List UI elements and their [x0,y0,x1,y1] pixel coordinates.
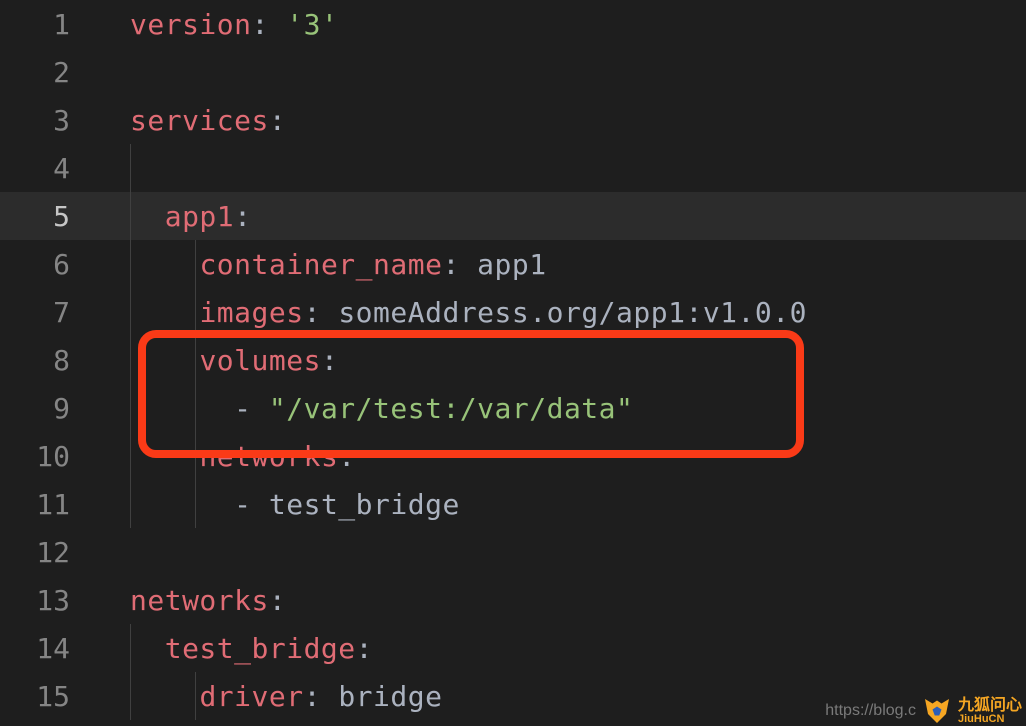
line-number[interactable]: 14 [0,632,100,665]
code-content[interactable] [100,48,130,96]
line-number[interactable]: 5 [0,200,100,233]
token [130,440,199,473]
token: : [269,104,286,137]
line-number[interactable]: 15 [0,680,100,713]
code-content[interactable]: services: [100,96,286,144]
token: - [234,392,269,425]
code-line[interactable]: 10 networks: [0,432,1026,480]
code-line[interactable]: 6 container_name: app1 [0,240,1026,288]
watermark-url: https://blog.c [825,702,916,720]
token [130,200,165,233]
token: images [199,296,303,329]
line-number[interactable]: 9 [0,392,100,425]
token [130,344,199,377]
code-content[interactable] [100,528,130,576]
fox-icon [922,696,952,726]
code-line[interactable]: 3services: [0,96,1026,144]
code-line[interactable]: 7 images: someAddress.org/app1:v1.0.0 [0,288,1026,336]
token: version [130,8,252,41]
line-number[interactable]: 6 [0,248,100,281]
token [130,632,165,665]
line-number[interactable]: 3 [0,104,100,137]
line-number[interactable]: 8 [0,344,100,377]
code-line[interactable]: 9 - "/var/test:/var/data" [0,384,1026,432]
token: : [304,296,339,329]
code-editor[interactable]: 1version: '3'23services:45 app1:6 contai… [0,0,1026,726]
token: : [356,632,373,665]
code-line[interactable]: 5 app1: [0,192,1026,240]
code-line[interactable]: 11 - test_bridge [0,480,1026,528]
token: container_name [199,248,442,281]
line-number[interactable]: 1 [0,8,100,41]
code-line[interactable]: 14 test_bridge: [0,624,1026,672]
token: : [442,248,477,281]
token: networks [130,584,269,617]
token: '3' [286,8,338,41]
watermark-text: 九狐问心 JiuHuCN [958,698,1022,725]
token [130,392,234,425]
code-content[interactable]: volumes: [100,336,338,384]
token: driver [199,680,303,713]
code-line[interactable]: 1version: '3' [0,0,1026,48]
token: bridge [338,680,442,713]
code-line[interactable]: 2 [0,48,1026,96]
line-number[interactable]: 11 [0,488,100,521]
token: networks [199,440,338,473]
code-content[interactable]: networks: [100,432,356,480]
line-number[interactable]: 13 [0,584,100,617]
code-content[interactable]: images: someAddress.org/app1:v1.0.0 [100,288,807,336]
code-content[interactable]: - test_bridge [100,480,460,528]
token [130,296,199,329]
code-line[interactable]: 12 [0,528,1026,576]
code-content[interactable]: - "/var/test:/var/data" [100,384,633,432]
token: test_bridge [269,488,460,521]
token: - [234,488,269,521]
token [130,680,199,713]
code-content[interactable]: networks: [100,576,286,624]
token [130,488,234,521]
line-number[interactable]: 12 [0,536,100,569]
line-number[interactable]: 4 [0,152,100,185]
token: : [304,680,339,713]
token [130,248,199,281]
line-number[interactable]: 7 [0,296,100,329]
code-content[interactable]: test_bridge: [100,624,373,672]
token: : [234,200,251,233]
token: : [252,8,287,41]
indent-guide [130,144,131,192]
token: : [338,440,355,473]
token: : [269,584,286,617]
token: "/var/test:/var/data" [269,392,634,425]
token: app1 [165,200,234,233]
token: test_bridge [165,632,356,665]
token: someAddress.org/app1:v1.0.0 [338,296,807,329]
code-line[interactable]: 8 volumes: [0,336,1026,384]
code-content[interactable]: container_name: app1 [100,240,547,288]
token: services [130,104,269,137]
code-content[interactable] [100,144,130,192]
code-content[interactable]: driver: bridge [100,672,442,720]
watermark-en: JiuHuCN [958,714,1022,725]
line-number[interactable]: 2 [0,56,100,89]
code-line[interactable]: 4 [0,144,1026,192]
token: : [321,344,338,377]
line-number[interactable]: 10 [0,440,100,473]
watermark: https://blog.c 九狐问心 JiuHuCN [825,696,1022,726]
token: volumes [199,344,321,377]
token: app1 [477,248,546,281]
watermark-cn: 九狐问心 [958,698,1022,714]
code-line[interactable]: 13networks: [0,576,1026,624]
code-content[interactable]: app1: [100,192,252,240]
code-content[interactable]: version: '3' [100,0,338,48]
